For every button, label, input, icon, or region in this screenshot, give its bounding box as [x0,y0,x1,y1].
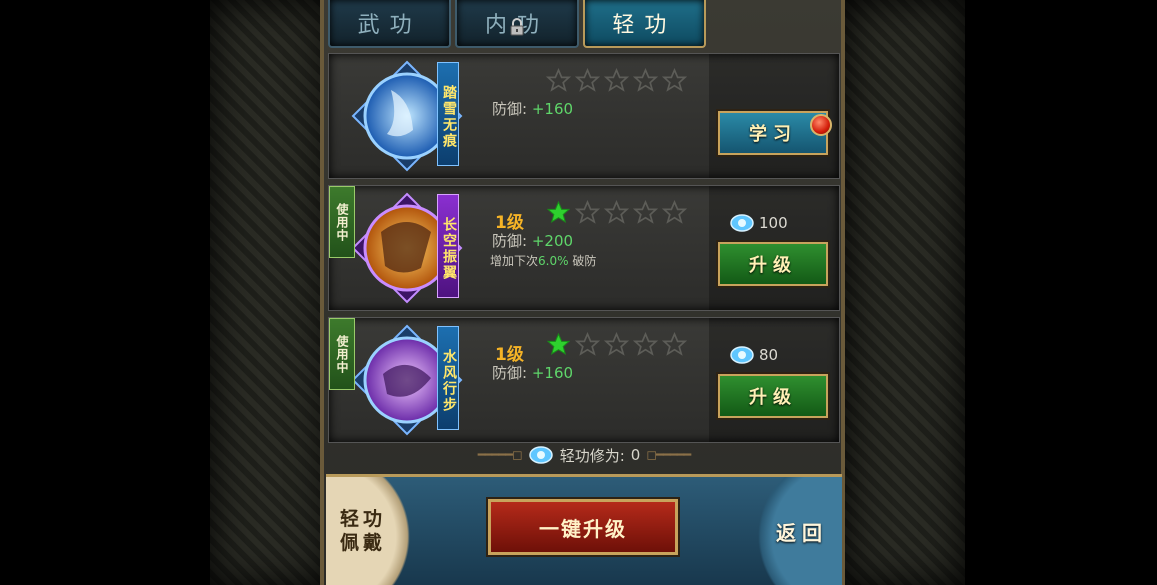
in-use-badge: 使用中 [329,186,355,258]
skill-row: 水风行步 使用中 1级 防御: +160 80 升级 [328,317,840,443]
in-use-badge: 使用中 [329,318,355,390]
back-button[interactable]: 返回 [742,477,842,585]
skill-name-ribbon: 水风行步 [437,326,459,430]
defense-stat: 防御: +200 [492,232,574,250]
star-icon [546,68,571,92]
cultivation-bar: ━━━━━◻ 轻功修为: 0 ◻━━━━━ [328,437,840,473]
right-flourish: ◻━━━━━ [646,447,691,463]
star-icon [546,332,571,356]
one-key-upgrade-button[interactable]: 一键升级 [486,497,680,557]
star-rating [546,68,687,93]
star-icon [633,332,658,356]
star-icon [604,68,629,92]
star-icon [575,332,600,356]
left-ornament-panel [210,0,330,585]
star-icon [662,200,687,224]
upgrade-cost: 80 [729,344,778,366]
upgrade-cost: 100 [729,212,788,234]
spirit-gem-icon [730,346,754,364]
star-icon [662,68,687,92]
bonus-effect: 增加下次6.0% 破防 [490,254,597,268]
star-icon [575,68,600,92]
star-icon [546,200,571,224]
star-icon [604,332,629,356]
tab-martial[interactable]: 武功 [328,0,452,48]
skill-name-ribbon: 踏雪无痕 [437,62,459,166]
equip-lightness-button[interactable]: 轻功 佩戴 [326,477,426,585]
bottom-action-bar: 轻功 佩戴 一键升级 返回 [326,474,842,585]
cultivation-label: 轻功修为: [559,446,625,465]
spirit-gem-icon [730,214,754,232]
star-icon [633,200,658,224]
star-icon [575,200,600,224]
upgrade-button[interactable]: 升级 [716,372,830,420]
skill-row: 踏雪无痕 防御: +160 学习 [328,53,840,179]
defense-stat: 防御: +160 [492,364,574,382]
cultivation-value: 0 [630,446,641,464]
spirit-gem-icon [528,446,553,464]
star-icon [633,68,658,92]
right-ornament-panel [845,0,965,585]
skill-row: 长空振翼 使用中 1级 防御: +200 增加下次6.0% 破防 100 升级 [328,185,840,311]
star-icon [604,200,629,224]
star-rating [546,332,687,357]
tab-lightness[interactable]: 轻功 [582,0,706,48]
upgrade-button[interactable]: 升级 [716,240,830,288]
left-flourish: ━━━━━◻ [477,447,523,463]
skill-name-ribbon: 长空振翼 [437,194,459,298]
notification-dot [810,114,832,136]
skill-list: 踏雪无痕 防御: +160 学习 长空振翼 使用中 1级 防御: +200 增加… [328,53,840,449]
star-icon [662,332,687,356]
lock-icon [510,18,524,36]
defense-stat: 防御: +160 [492,100,574,118]
star-rating [546,200,687,225]
